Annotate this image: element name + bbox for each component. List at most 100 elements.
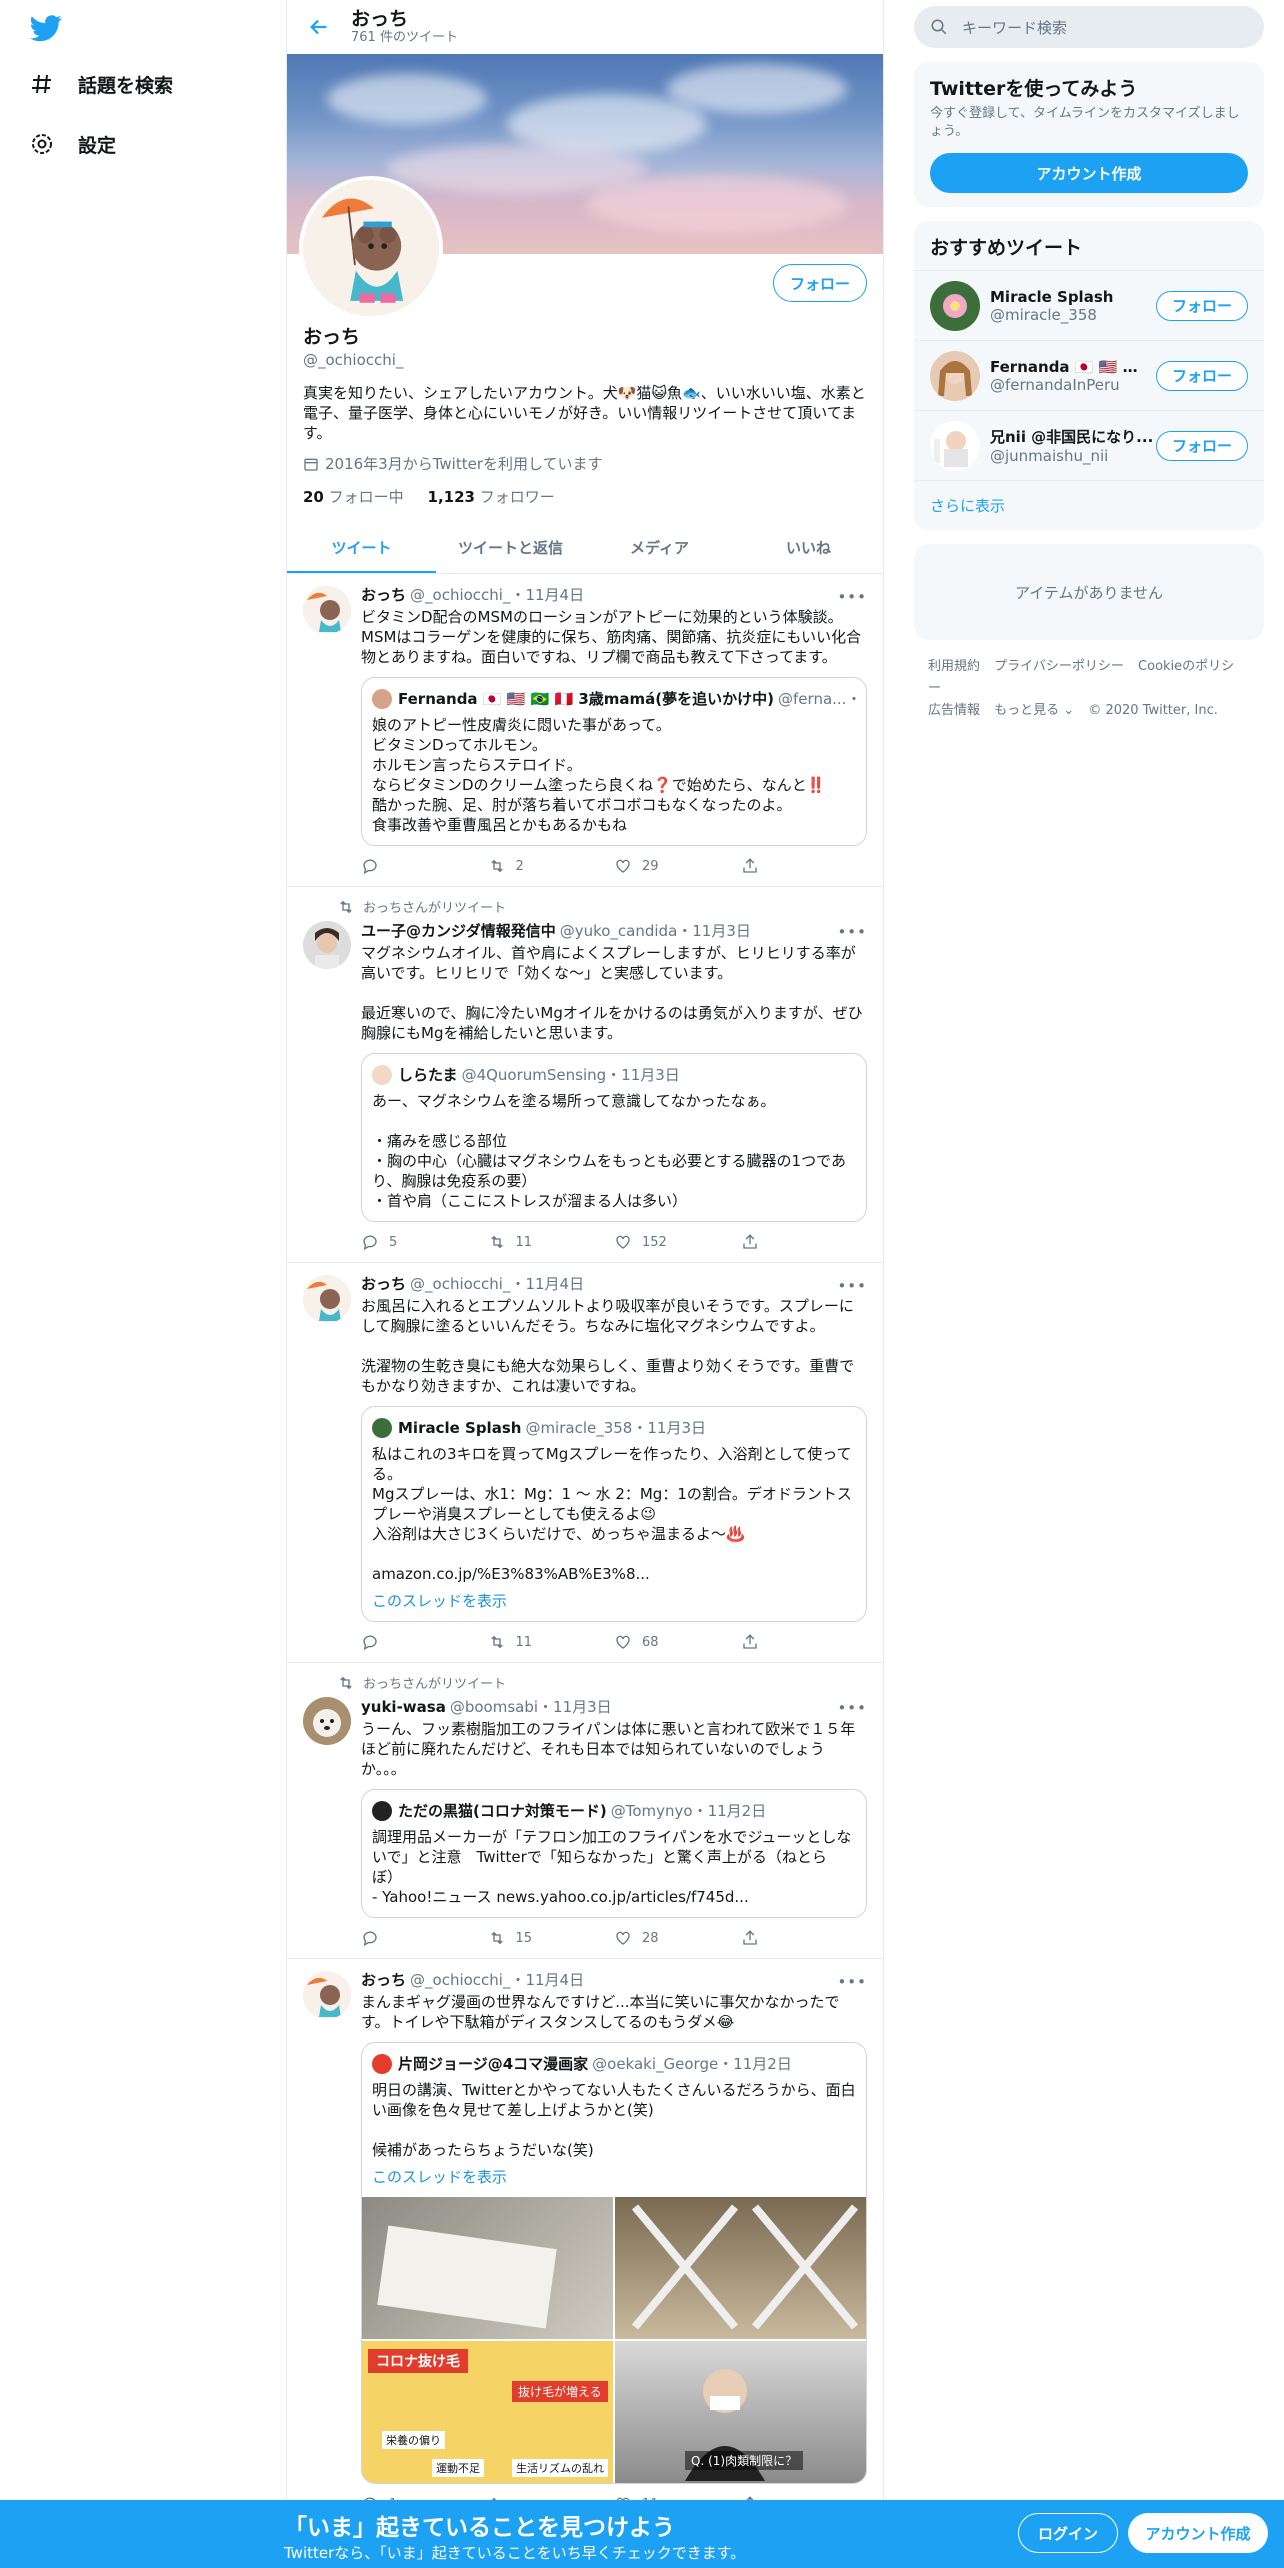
- more-options-icon[interactable]: •••: [837, 1973, 867, 1991]
- create-account-button[interactable]: アカウント作成: [930, 153, 1248, 193]
- nav-explore[interactable]: 話題を検索: [28, 64, 173, 104]
- reply-button[interactable]: [361, 1633, 488, 1651]
- profile-avatar[interactable]: [299, 176, 443, 320]
- tweet-avatar[interactable]: [303, 1275, 351, 1323]
- share-icon: [741, 1929, 759, 1947]
- reply-button[interactable]: 5: [361, 1233, 488, 1251]
- tweet-author-name[interactable]: おっち: [361, 1969, 406, 1990]
- tweet-date[interactable]: ・11月4日: [510, 1969, 584, 1990]
- signup-button[interactable]: アカウント作成: [1128, 2513, 1268, 2553]
- tweet-author-name[interactable]: ユー子@カンジダ情報発信中: [361, 920, 556, 941]
- quote-avatar: [372, 1417, 392, 1438]
- quoted-tweet[interactable]: ただの黒猫(コロナ対策モード) @Tomynyo ・11月2日 調理用品メーカーが「テ…: [361, 1789, 867, 1918]
- tweet[interactable]: ••• おっち @_ochiocchi_ ・11月4日 ビタミンD配合のMSMのローショ…: [287, 574, 883, 887]
- retweet-icon: [488, 1633, 506, 1651]
- share-button[interactable]: [741, 1929, 868, 1947]
- recommended-user[interactable]: 兄nii @非国民になり... @junmaishu_nii フォロー: [914, 410, 1264, 480]
- show-thread-link[interactable]: このスレッドを表示: [372, 1590, 856, 1611]
- more-options-icon[interactable]: •••: [837, 1277, 867, 1295]
- tab-tweets-replies[interactable]: ツイートと返信: [436, 521, 585, 573]
- back-arrow-icon[interactable]: [303, 11, 335, 43]
- more-options-icon[interactable]: •••: [837, 1699, 867, 1717]
- more-options-icon[interactable]: •••: [837, 923, 867, 941]
- retweet-button[interactable]: 11: [488, 1233, 615, 1251]
- retweet-by-text: おっちさんがリツイート: [363, 1677, 507, 1692]
- nav-settings[interactable]: 設定: [28, 124, 116, 164]
- media-caption: 抜け毛が増える: [512, 2381, 608, 2402]
- follow-button[interactable]: フォロー: [773, 264, 867, 302]
- quote-header: Fernanda 🇯🇵 🇺🇸 🇧🇷 🇵🇪 3歳mamá(夢を追いかけ中) @fer…: [372, 688, 856, 709]
- followers-link[interactable]: 1,123 フォロワー: [428, 488, 555, 506]
- share-button[interactable]: [741, 1233, 868, 1251]
- retweet-button[interactable]: 2: [488, 857, 615, 875]
- following-link[interactable]: 20 フォロー中: [303, 488, 404, 506]
- quoted-tweet[interactable]: Miracle Splash @miracle_358 ・11月3日 私はこれの3キロ…: [361, 1406, 867, 1622]
- tweet[interactable]: おっちさんがリツイート ••• ユー子@カンジダ情報発信中 @yuko_candida…: [287, 887, 883, 1263]
- tab-media[interactable]: メディア: [585, 521, 734, 573]
- share-button[interactable]: [741, 1633, 868, 1651]
- media-image[interactable]: [362, 2197, 613, 2339]
- quote-text: 私はこれの3キロを買ってMgスプレーを作ったり、入浴剤として使ってる。 Mgスプ…: [372, 1445, 852, 1583]
- tweet-avatar[interactable]: [303, 921, 351, 969]
- retweet-button[interactable]: 15: [488, 1929, 615, 1947]
- like-button[interactable]: 68: [614, 1633, 741, 1651]
- timeline: ••• おっち @_ochiocchi_ ・11月4日 ビタミンD配合のMSMのローショ…: [287, 574, 883, 2568]
- footer-link[interactable]: 利用規約: [928, 659, 980, 674]
- profile-stats: 20 フォロー中 1,123 フォロワー: [303, 486, 867, 507]
- calendar-icon: [303, 456, 319, 472]
- retweet-button[interactable]: 11: [488, 1633, 615, 1651]
- tweet-avatar[interactable]: [303, 586, 351, 634]
- signup-card: Twitterを使ってみよう 今すぐ登録して、タイムラインをカスタマイズしましょ…: [914, 62, 1264, 207]
- media-image[interactable]: コロナ抜け毛 抜け毛が増える 栄養の偏り 運動不足 生活リズムの乱れ: [362, 2341, 613, 2483]
- quoted-tweet[interactable]: 片岡ジョージ@4コマ漫画家 @oekaki_George ・11月2日 明日の講演、T…: [361, 2042, 867, 2484]
- search-box[interactable]: キーワード検索: [914, 6, 1264, 48]
- tweet[interactable]: ••• おっち @_ochiocchi_ ・11月4日 お風呂に入れるとエプソムソルトよ…: [287, 1263, 883, 1663]
- tweet-date[interactable]: ・11月3日: [677, 920, 751, 941]
- reply-button[interactable]: [361, 857, 488, 875]
- follow-user-button[interactable]: フォロー: [1156, 430, 1248, 461]
- tweet-author-handle[interactable]: @_ochiocchi_: [410, 1275, 510, 1293]
- tweet-author-handle[interactable]: @_ochiocchi_: [410, 1971, 510, 1989]
- search-icon: [930, 18, 948, 36]
- tab-tweets[interactable]: ツイート: [287, 521, 436, 573]
- like-button[interactable]: 152: [614, 1233, 741, 1251]
- tweet-avatar[interactable]: [303, 1971, 351, 2019]
- tweet-author-handle[interactable]: @boomsabi: [450, 1698, 538, 1716]
- like-button[interactable]: 28: [614, 1929, 741, 1947]
- follow-user-button[interactable]: フォロー: [1156, 290, 1248, 321]
- share-button[interactable]: [741, 857, 868, 875]
- tweet-author-name[interactable]: yuki-wasa: [361, 1698, 446, 1716]
- recommended-user[interactable]: Fernanda 🇯🇵 🇺🇸 🇧🇷 🇵🇪...@fernandaInPeru フ…: [914, 340, 1264, 410]
- recommended-user[interactable]: Miracle Splash @miracle_358 フォロー: [914, 270, 1264, 340]
- show-thread-link[interactable]: このスレッドを表示: [372, 2166, 856, 2187]
- media-image[interactable]: [615, 2197, 866, 2339]
- reply-icon: [361, 1233, 379, 1251]
- footer-link[interactable]: プライバシーポリシー: [994, 659, 1124, 674]
- tweet-author-handle[interactable]: @yuko_candida: [560, 922, 678, 940]
- reply-button[interactable]: [361, 1929, 488, 1947]
- tweet[interactable]: ••• おっち @_ochiocchi_ ・11月4日 まんまギャグ漫画の世界なんですけ…: [287, 1959, 883, 2525]
- like-button[interactable]: 29: [614, 857, 741, 875]
- tweet-date[interactable]: ・11月4日: [510, 1273, 584, 1294]
- tweet-author-name[interactable]: おっち: [361, 1273, 406, 1294]
- tweet-date[interactable]: ・11月4日: [510, 584, 584, 605]
- quote-text: 明日の講演、Twitterとかやってない人もたくさんいるだろうから、面白い画像を…: [372, 2081, 856, 2159]
- more-options-icon[interactable]: •••: [837, 588, 867, 606]
- tweet-author-name[interactable]: おっち: [361, 584, 406, 605]
- tweet-author-handle[interactable]: @_ochiocchi_: [410, 586, 510, 604]
- tweet-avatar[interactable]: [303, 1697, 351, 1745]
- follow-user-button[interactable]: フォロー: [1156, 360, 1248, 391]
- tweet-date[interactable]: ・11月3日: [538, 1696, 612, 1717]
- tab-likes[interactable]: いいね: [734, 521, 883, 573]
- quoted-tweet[interactable]: Fernanda 🇯🇵 🇺🇸 🇧🇷 🇵🇪 3歳mamá(夢を追いかけ中) @fer…: [361, 677, 867, 846]
- media-image[interactable]: Q. (1)肉類制限に？: [615, 2341, 866, 2483]
- quoted-tweet[interactable]: しらたま @4QuorumSensing ・11月3日 あー、マグネシウムを塗る場所っ…: [361, 1053, 867, 1222]
- user-avatar: [930, 280, 980, 331]
- footer-link[interactable]: 広告情報: [928, 703, 980, 718]
- tweet[interactable]: おっちさんがリツイート ••• yuki-wasa @boomsabi ・11月3日 うー…: [287, 1663, 883, 1959]
- show-more-link[interactable]: さらに表示: [914, 480, 1264, 530]
- footer-link[interactable]: もっと見る ⌄: [994, 703, 1074, 718]
- twitter-logo-icon[interactable]: [30, 12, 62, 44]
- tweet-actions: 15 28: [361, 1928, 867, 1948]
- login-button[interactable]: ログイン: [1018, 2513, 1118, 2553]
